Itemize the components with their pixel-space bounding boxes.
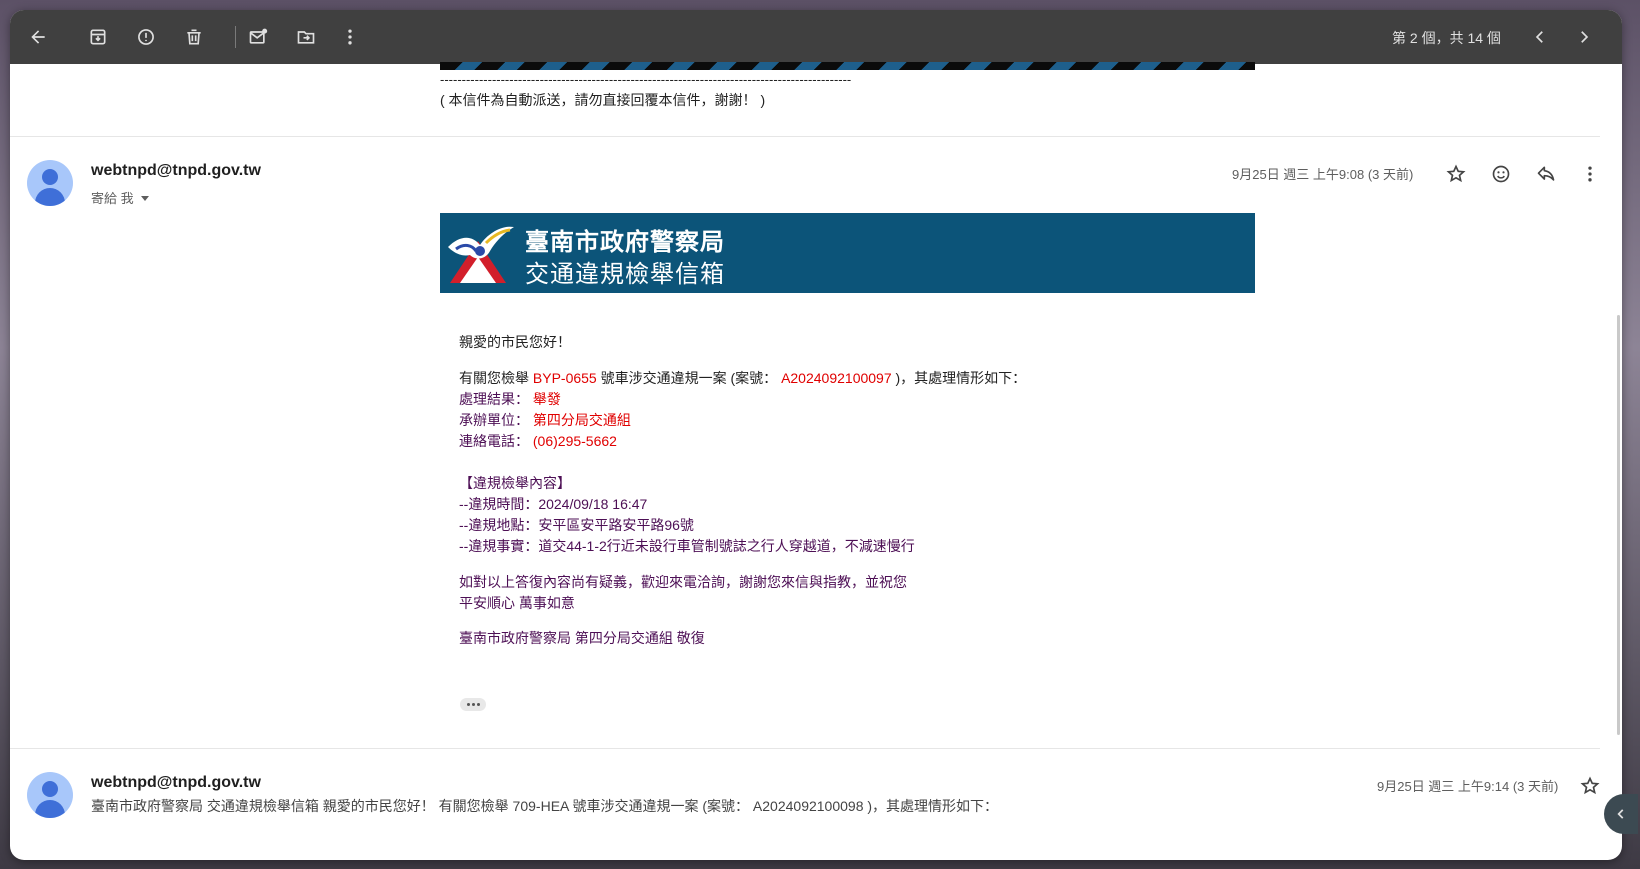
move-to-icon[interactable] bbox=[290, 21, 322, 53]
separator-dashes: ----------------------------------------… bbox=[440, 72, 852, 87]
signature: 臺南市政府警察局 第四分局交通組 敬復 bbox=[459, 630, 705, 646]
result-label: 處理結果： bbox=[459, 391, 529, 407]
reply-icon[interactable] bbox=[1530, 158, 1562, 190]
next-message-snippet[interactable]: 臺南市政府警察局 交通違規檢舉信箱 親愛的市民您好！ 有關您檢舉 709-HEA… bbox=[91, 796, 998, 816]
chevron-right-icon[interactable] bbox=[1568, 21, 1600, 53]
violation-place: --違規地點：安平區安平路安平路96號 bbox=[459, 517, 694, 533]
mail-window: 第 2 個，共 14 個 ---------------------------… bbox=[10, 10, 1622, 860]
delete-icon[interactable] bbox=[178, 21, 210, 53]
previous-banner-strip bbox=[440, 62, 1255, 70]
message-divider-2 bbox=[10, 748, 1600, 749]
report-spam-icon[interactable] bbox=[130, 21, 162, 53]
violation-fact: --違規事實：道交44-1-2行近未設行車管制號誌之行人穿越道，不減速慢行 bbox=[459, 538, 915, 554]
result-row: 處理結果： 舉發 bbox=[459, 389, 561, 409]
police-logo-icon bbox=[448, 226, 514, 283]
to-me-label: 寄給 我 bbox=[91, 191, 134, 206]
toolbar: 第 2 個，共 14 個 bbox=[10, 10, 1622, 64]
greeting: 親愛的市民您好！ bbox=[459, 334, 571, 350]
back-arrow-icon[interactable] bbox=[22, 21, 54, 53]
emoji-reaction-icon[interactable] bbox=[1485, 158, 1517, 190]
auto-send-note: ( 本信件為自動派送，請勿直接回覆本信件，謝謝！ ) bbox=[440, 92, 766, 108]
violation-time: --違規時間：2024/09/18 16:47 bbox=[459, 496, 648, 512]
toolbar-separator bbox=[235, 26, 236, 48]
sender-email[interactable]: webtnpd@tnpd.gov.tw bbox=[91, 162, 261, 180]
next-star-icon[interactable] bbox=[1574, 770, 1606, 802]
closing-line-2: 平安順心 萬事如意 bbox=[459, 595, 575, 611]
mark-unread-icon[interactable] bbox=[242, 21, 274, 53]
archive-icon[interactable] bbox=[82, 21, 114, 53]
message-date: 9月25日 週三 上午9:08 (3 天前) bbox=[1232, 167, 1414, 182]
police-banner: 臺南市政府警察局 交通違規檢舉信箱 bbox=[440, 213, 1255, 293]
case-line: 有關您檢舉 BYP-0655 號車涉交通違規一案 (案號： A202409210… bbox=[459, 368, 1026, 388]
avatar-next[interactable] bbox=[27, 772, 73, 818]
unit-label: 承辦單位： bbox=[459, 412, 529, 428]
case-number: A2024092100097 bbox=[781, 370, 892, 386]
phone-label: 連絡電話： bbox=[459, 433, 529, 449]
closing-line-1: 如對以上答復內容尚有疑義，歡迎來電洽詢，謝謝您來信與指教，並祝您 bbox=[459, 574, 907, 590]
case-middle: 號車涉交通違規一案 (案號： bbox=[596, 370, 782, 386]
message-more-icon[interactable] bbox=[1574, 158, 1606, 190]
recipient-details[interactable]: 寄給 我 bbox=[91, 188, 150, 207]
scrollbar[interactable] bbox=[1617, 315, 1620, 735]
banner-title-mailbox: 交通違規檢舉信箱 bbox=[525, 261, 725, 288]
chevron-left-icon[interactable] bbox=[1524, 21, 1556, 53]
side-panel-toggle[interactable] bbox=[1604, 794, 1638, 834]
next-message-date: 9月25日 週三 上午9:14 (3 天前) bbox=[1377, 779, 1559, 794]
chevron-left-small-icon bbox=[1617, 809, 1624, 819]
star-icon[interactable] bbox=[1440, 158, 1472, 190]
show-trimmed-content-button[interactable] bbox=[460, 698, 486, 711]
content-header: 【違規檢舉內容】 bbox=[459, 475, 571, 491]
unit-row: 承辦單位： 第四分局交通組 bbox=[459, 410, 631, 430]
result-value: 舉發 bbox=[532, 391, 561, 407]
phone-row: 連絡電話： (06)295-5662 bbox=[459, 431, 617, 451]
plate-number: BYP-0655 bbox=[532, 370, 597, 386]
caret-down-icon bbox=[140, 195, 149, 201]
pager-count: 第 2 個，共 14 個 bbox=[1392, 30, 1501, 46]
phone-value[interactable]: (06)295-5662 bbox=[533, 433, 617, 449]
case-suffix: )，其處理情形如下： bbox=[891, 370, 1027, 386]
case-prefix: 有關您檢舉 bbox=[459, 370, 533, 386]
next-sender-email[interactable]: webtnpd@tnpd.gov.tw bbox=[91, 774, 261, 792]
more-vert-icon[interactable] bbox=[334, 21, 366, 53]
message-divider bbox=[10, 136, 1600, 137]
banner-title-agency: 臺南市政府警察局 bbox=[525, 229, 725, 256]
unit-value: 第四分局交通組 bbox=[532, 412, 631, 428]
avatar[interactable] bbox=[27, 160, 73, 206]
